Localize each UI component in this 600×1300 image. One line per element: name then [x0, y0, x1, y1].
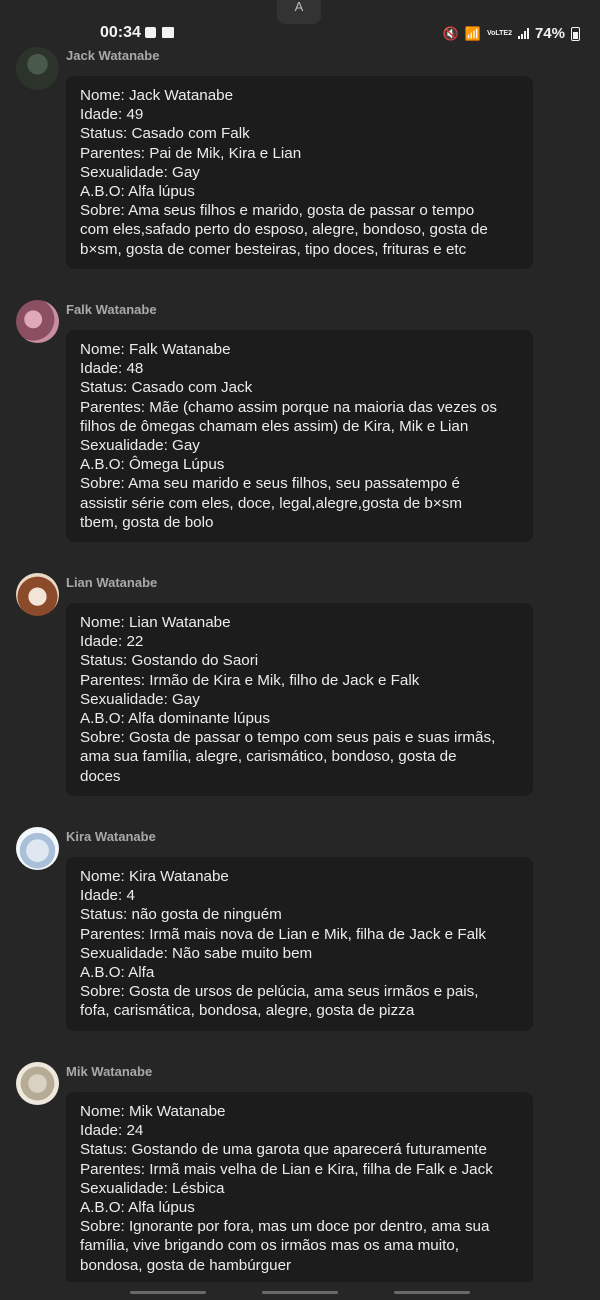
- chat-screen: A 00:34 🔇 📶 VoLTE2 74% Jack Watanabe Nom…: [0, 0, 600, 1300]
- navigation-bar: [0, 1282, 600, 1300]
- status-right: 🔇 📶 VoLTE2 74%: [443, 25, 580, 42]
- message-line: Sexualidade: Gay: [80, 690, 200, 708]
- message-line: Nome: Jack Watanabe: [80, 87, 234, 104]
- message-line: com eles,safado perto do esposo, alegre,…: [80, 221, 488, 239]
- avatar[interactable]: [16, 827, 59, 870]
- home-gesture[interactable]: [262, 1291, 338, 1294]
- message-line: Sexualidade: Não sabe muito bem: [80, 944, 313, 962]
- message-line: Status: Gostando de uma garota que apare…: [80, 1141, 487, 1159]
- message-line: Sobre: Ignorante por fora, mas um doce p…: [80, 1218, 490, 1236]
- sender-name[interactable]: Mik Watanabe: [66, 1064, 152, 1079]
- message-line: Sexualidade: Gay: [80, 437, 200, 455]
- avatar[interactable]: [16, 573, 59, 616]
- sender-name[interactable]: Lian Watanabe: [66, 575, 157, 590]
- message-line: assistir série com eles, doce, legal,ale…: [80, 494, 462, 512]
- message-line: b×sm, gosta de comer besteiras, tipo doc…: [80, 240, 467, 258]
- message-line: Idade: 4: [80, 887, 135, 905]
- message-line: A.B.O: Alfa: [80, 964, 155, 982]
- message-line: A.B.O: Alfa dominante lúpus: [80, 710, 270, 728]
- message-line: tbem, gosta de bolo: [80, 513, 214, 531]
- message-line: Sobre: Gosta de passar o tempo com seus …: [80, 729, 496, 747]
- wifi-icon: 📶: [464, 25, 481, 41]
- battery-icon: [571, 26, 580, 41]
- message-bubble[interactable]: Nome: Falk Watanabe Idade: 48 Status: Ca…: [66, 330, 533, 543]
- message-line: Sobre: Ama seus filhos e marido, gosta d…: [80, 202, 475, 220]
- message-line: Idade: 49: [80, 106, 144, 124]
- message-line: família, vive brigando com os irmãos mas…: [80, 1237, 459, 1255]
- message-line: Sexualidade: Lésbica: [80, 1179, 225, 1197]
- message-bubble[interactable]: Nome: Kira Watanabe Idade: 4 Status: não…: [66, 857, 533, 1031]
- message-line: Parentes: Mãe (chamo assim porque na mai…: [80, 398, 498, 416]
- message-line: Sobre: Gosta de ursos de pelúcia, ama se…: [80, 983, 479, 1001]
- signal-icon: [517, 28, 529, 39]
- avatar[interactable]: [16, 1062, 59, 1105]
- message-line: Sexualidade: Gay: [80, 163, 200, 181]
- sender-name[interactable]: Kira Watanabe: [66, 829, 156, 844]
- top-handle[interactable]: A: [277, 0, 321, 24]
- message-bubble[interactable]: Nome: Mik Watanabe Idade: 24 Status: Gos…: [66, 1092, 533, 1285]
- avatar[interactable]: [16, 300, 59, 343]
- message-line: Sobre: Ama seu marido e seus filhos, seu…: [80, 475, 460, 493]
- message-line: Idade: 24: [80, 1122, 144, 1140]
- message-line: A.B.O: Alfa lúpus: [80, 183, 195, 201]
- message-line: Status: não gosta de ninguém: [80, 906, 282, 924]
- message-line: bondosa, gosta de hambúrguer: [80, 1256, 292, 1274]
- message-line: Status: Casado com Falk: [80, 125, 250, 143]
- volte-icon: VoLTE2: [486, 30, 512, 37]
- mute-icon: 🔇: [442, 25, 459, 41]
- message-line: Idade: 48: [80, 360, 144, 378]
- message-line: A.B.O: Ômega Lúpus: [80, 456, 225, 474]
- battery-percent: 74%: [534, 25, 565, 42]
- message-line: Parentes: Pai de Mik, Kira e Lian: [80, 144, 302, 162]
- message-line: filhos de ômegas chamam eles assim) de K…: [80, 417, 469, 435]
- message-line: doces: [80, 767, 121, 785]
- status-bar: A 00:34 🔇 📶 VoLTE2 74%: [0, 0, 600, 44]
- message-line: Parentes: Irmã mais velha de Lian e Kira…: [80, 1160, 493, 1178]
- message-line: Parentes: Irmão de Kira e Mik, filho de …: [80, 671, 420, 689]
- app-notification-icon: [162, 27, 174, 38]
- gallery-icon: [145, 27, 156, 38]
- message-line: Status: Casado com Jack: [80, 379, 253, 397]
- message-line: Nome: Falk Watanabe: [80, 341, 231, 358]
- recent-apps-gesture[interactable]: [130, 1291, 206, 1294]
- message-line: Parentes: Irmã mais nova de Lian e Mik, …: [80, 925, 487, 943]
- sender-name[interactable]: Falk Watanabe: [66, 302, 157, 317]
- message-line: Nome: Lian Watanabe: [80, 614, 231, 631]
- avatar[interactable]: [16, 47, 59, 90]
- status-time: 00:34: [100, 24, 141, 41]
- message-line: Status: Gostando do Saori: [80, 652, 259, 670]
- message-bubble[interactable]: Nome: Lian Watanabe Idade: 22 Status: Go…: [66, 603, 533, 796]
- notification-icons: [145, 27, 174, 38]
- message-line: Nome: Mik Watanabe: [80, 1103, 226, 1120]
- message-line: ama sua família, alegre, carismático, bo…: [80, 748, 457, 766]
- message-line: Idade: 22: [80, 633, 144, 651]
- sender-name[interactable]: Jack Watanabe: [66, 48, 159, 63]
- message-bubble[interactable]: Nome: Jack Watanabe Idade: 49 Status: Ca…: [66, 76, 533, 269]
- back-gesture[interactable]: [394, 1291, 470, 1294]
- message-line: A.B.O: Alfa lúpus: [80, 1199, 195, 1217]
- message-line: fofa, carismática, bondosa, alegre, gost…: [80, 1002, 415, 1020]
- message-line: Nome: Kira Watanabe: [80, 868, 229, 885]
